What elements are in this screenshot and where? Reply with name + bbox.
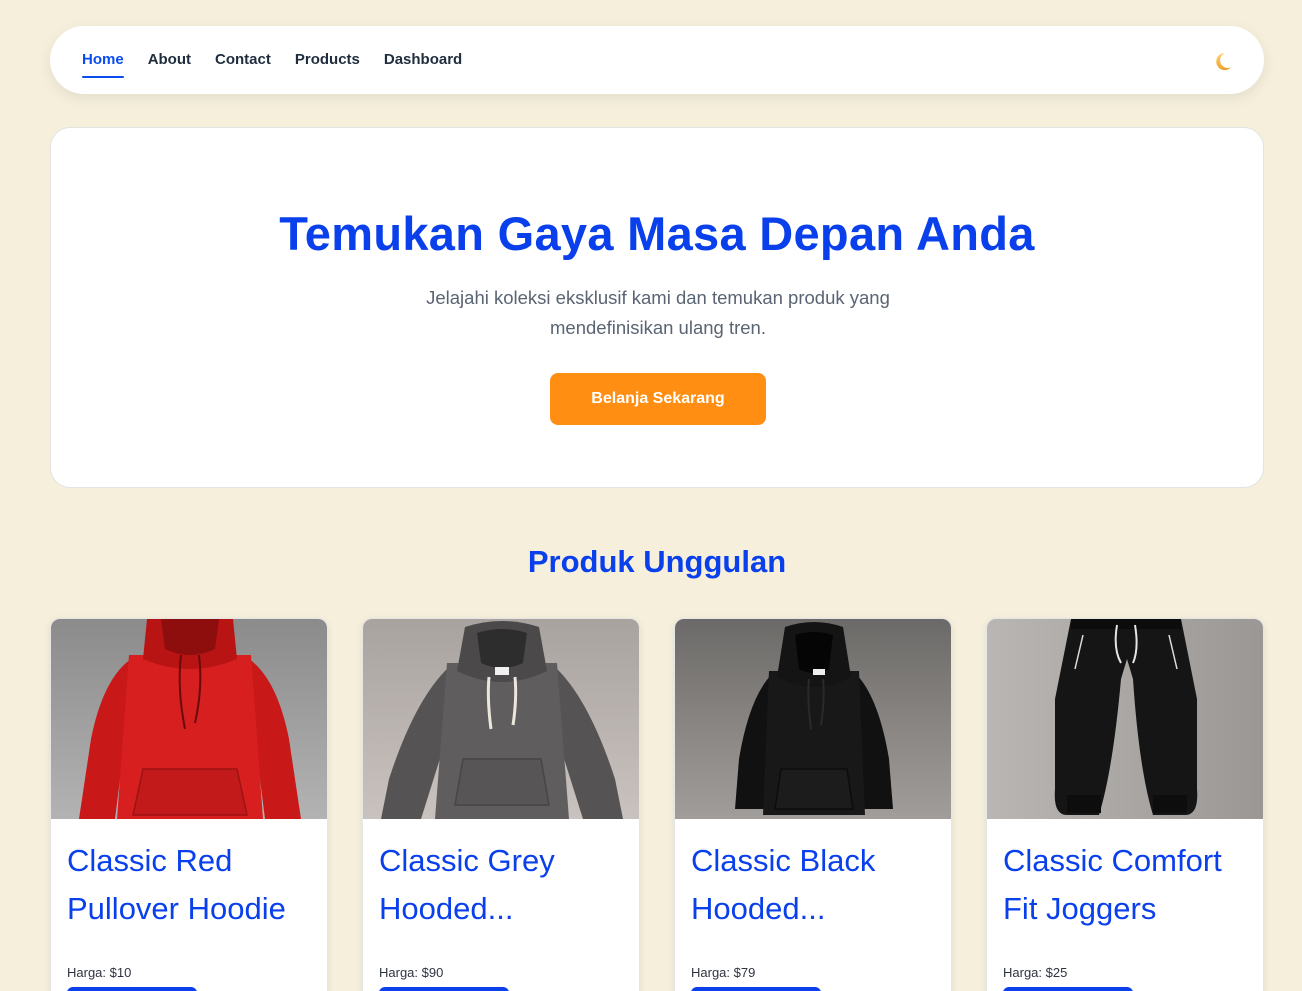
featured-products-title: Produk Unggulan (527, 544, 787, 579)
product-price: Harga: $25 (1003, 965, 1068, 980)
nav-link-home[interactable]: Home (82, 46, 124, 78)
product-action-button[interactable] (67, 987, 197, 991)
product-title[interactable]: Classic Comfort Fit Joggers (1003, 837, 1251, 933)
product-price: Harga: $90 (379, 965, 444, 980)
hero-subtitle: Jelajahi koleksi eksklusif kami dan temu… (426, 287, 890, 338)
product-card[interactable]: Classic Black Hooded... Harga: $79 (674, 618, 952, 991)
nav-link-about[interactable]: About (148, 46, 191, 74)
nav-link-dashboard[interactable]: Dashboard (384, 46, 462, 74)
product-title[interactable]: Classic Black Hooded... (691, 837, 939, 933)
nav-link-contact[interactable]: Contact (215, 46, 271, 74)
nav-links: Home About Contact Products Dashboard (82, 46, 462, 78)
product-image-black-hoodie[interactable] (675, 619, 951, 819)
product-card[interactable]: Classic Red Pullover Hoodie Harga: $10 (50, 618, 328, 991)
shop-now-button[interactable]: Belanja Sekarang (550, 373, 766, 425)
crescent-moon-icon (1216, 53, 1232, 71)
product-action-button[interactable] (1003, 987, 1133, 991)
navbar: Home About Contact Products Dashboard (50, 26, 1264, 94)
product-action-button[interactable] (379, 987, 509, 991)
nav-link-products[interactable]: Products (295, 46, 360, 74)
product-title[interactable]: Classic Red Pullover Hoodie (67, 837, 315, 933)
product-card[interactable]: Classic Comfort Fit Joggers Harga: $25 (986, 618, 1264, 991)
product-image-black-joggers[interactable] (987, 619, 1263, 819)
hero-section: Temukan Gaya Masa Depan Anda Jelajahi ko… (50, 127, 1264, 488)
product-image-red-hoodie[interactable] (51, 619, 327, 819)
theme-toggle-button[interactable] (1210, 48, 1238, 76)
product-action-button[interactable] (691, 987, 821, 991)
product-price: Harga: $79 (691, 965, 756, 980)
product-price: Harga: $10 (67, 965, 132, 980)
hero-title: Temukan Gaya Masa Depan Anda (279, 207, 1035, 260)
product-title[interactable]: Classic Grey Hooded... (379, 837, 627, 933)
product-card[interactable]: Classic Grey Hooded... Harga: $90 (362, 618, 640, 991)
product-image-grey-hoodie[interactable] (363, 619, 639, 819)
